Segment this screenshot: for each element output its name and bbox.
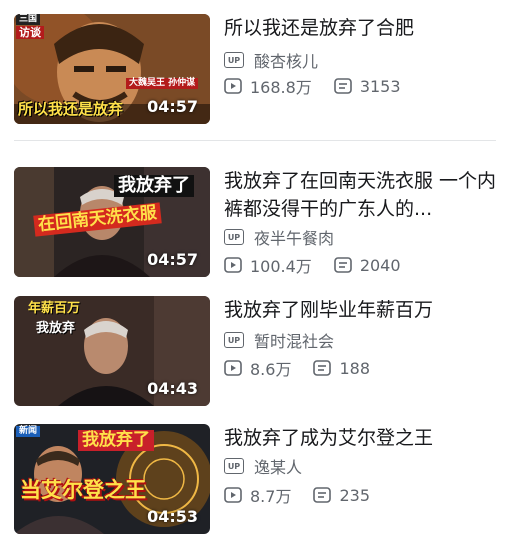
danmaku-icon xyxy=(334,78,352,94)
view-count: 8.6万 xyxy=(250,360,292,379)
video-item[interactable]: 我放弃了 在回南天洗衣服 04:57 我放弃了在回南天洗衣服 一个内裤都没得干的… xyxy=(14,167,510,279)
uploader-row[interactable]: UP 夜半午餐肉 xyxy=(224,225,334,249)
uploader-name[interactable]: 夜半午餐肉 xyxy=(254,225,334,249)
play-count-icon xyxy=(224,360,242,376)
play-count-icon xyxy=(224,78,242,94)
thumbnail-caption: 我放弃了 xyxy=(78,430,154,451)
video-title[interactable]: 我放弃了在回南天洗衣服 一个内裤都没得干的广东人的... xyxy=(224,167,504,223)
stats-row: 100.4万 2040 xyxy=(224,253,401,277)
up-badge-icon: UP xyxy=(224,229,244,245)
video-thumbnail[interactable]: 我放弃了 在回南天洗衣服 04:57 xyxy=(14,167,210,277)
video-thumbnail[interactable]: 新闻 我放弃了 当艾尔登之王 04:53 xyxy=(14,424,210,534)
danmaku-count: 3153 xyxy=(359,76,401,96)
video-item[interactable]: 年薪百万 我放弃 04:43 我放弃了刚毕业年薪百万 UP 暂时混社会 8.6万… xyxy=(14,296,510,408)
danmaku-icon xyxy=(334,257,352,273)
video-thumbnail[interactable]: 年薪百万 我放弃 04:43 xyxy=(14,296,210,406)
video-thumbnail[interactable]: 三国 访谈 大魏吴王 孙仲谋 所以我还是放弃 04:57 xyxy=(14,14,210,124)
uploader-row[interactable]: UP 暂时混社会 xyxy=(224,328,334,352)
danmaku-count: 2040 xyxy=(359,255,401,275)
video-title[interactable]: 我放弃了成为艾尔登之王 xyxy=(224,424,504,452)
uploader-name[interactable]: 逸某人 xyxy=(254,454,302,478)
video-item[interactable]: 新闻 我放弃了 当艾尔登之王 04:53 我放弃了成为艾尔登之王 UP 逸某人 … xyxy=(14,424,510,536)
video-title[interactable]: 所以我还是放弃了合肥 xyxy=(224,14,504,42)
danmaku-count: 235 xyxy=(339,485,370,505)
stats-row: 8.6万 188 xyxy=(224,356,370,380)
up-badge-icon: UP xyxy=(224,332,244,348)
view-count: 100.4万 xyxy=(250,257,312,276)
uploader-row[interactable]: UP 逸某人 xyxy=(224,454,302,478)
video-item[interactable]: 三国 访谈 大魏吴王 孙仲谋 所以我还是放弃 04:57 所以我还是放弃了合肥 … xyxy=(14,14,510,126)
danmaku-count: 188 xyxy=(339,358,370,378)
thumbnail-caption: 三国 xyxy=(16,14,41,25)
thumbnail-caption: 所以我还是放弃 xyxy=(18,100,124,118)
play-count-icon xyxy=(224,487,242,503)
video-duration: 04:53 xyxy=(147,507,198,526)
stats-row: 168.8万 3153 xyxy=(224,74,401,98)
danmaku-icon xyxy=(313,360,332,376)
thumbnail-caption: 我放弃 xyxy=(36,321,76,336)
uploader-name[interactable]: 酸杏核儿 xyxy=(254,48,318,72)
video-duration: 04:43 xyxy=(147,379,198,398)
danmaku-icon xyxy=(313,487,332,503)
stats-row: 8.7万 235 xyxy=(224,483,370,507)
section-divider xyxy=(14,140,496,141)
view-count: 8.7万 xyxy=(250,487,292,506)
uploader-name[interactable]: 暂时混社会 xyxy=(254,328,334,352)
thumbnail-caption: 我放弃了 xyxy=(114,175,194,197)
up-badge-icon: UP xyxy=(224,52,244,68)
thumbnail-caption: 大魏吴王 孙仲谋 xyxy=(126,78,199,89)
uploader-row[interactable]: UP 酸杏核儿 xyxy=(224,48,318,72)
play-count-icon xyxy=(224,257,242,273)
thumbnail-caption: 访谈 xyxy=(16,26,44,39)
thumbnail-caption: 当艾尔登之王 xyxy=(20,478,146,502)
view-count: 168.8万 xyxy=(250,78,312,97)
video-duration: 04:57 xyxy=(147,250,198,269)
video-duration: 04:57 xyxy=(147,97,198,116)
thumbnail-caption: 新闻 xyxy=(16,426,41,437)
video-title[interactable]: 我放弃了刚毕业年薪百万 xyxy=(224,296,504,324)
up-badge-icon: UP xyxy=(224,458,244,474)
thumbnail-caption: 年薪百万 xyxy=(28,301,81,316)
